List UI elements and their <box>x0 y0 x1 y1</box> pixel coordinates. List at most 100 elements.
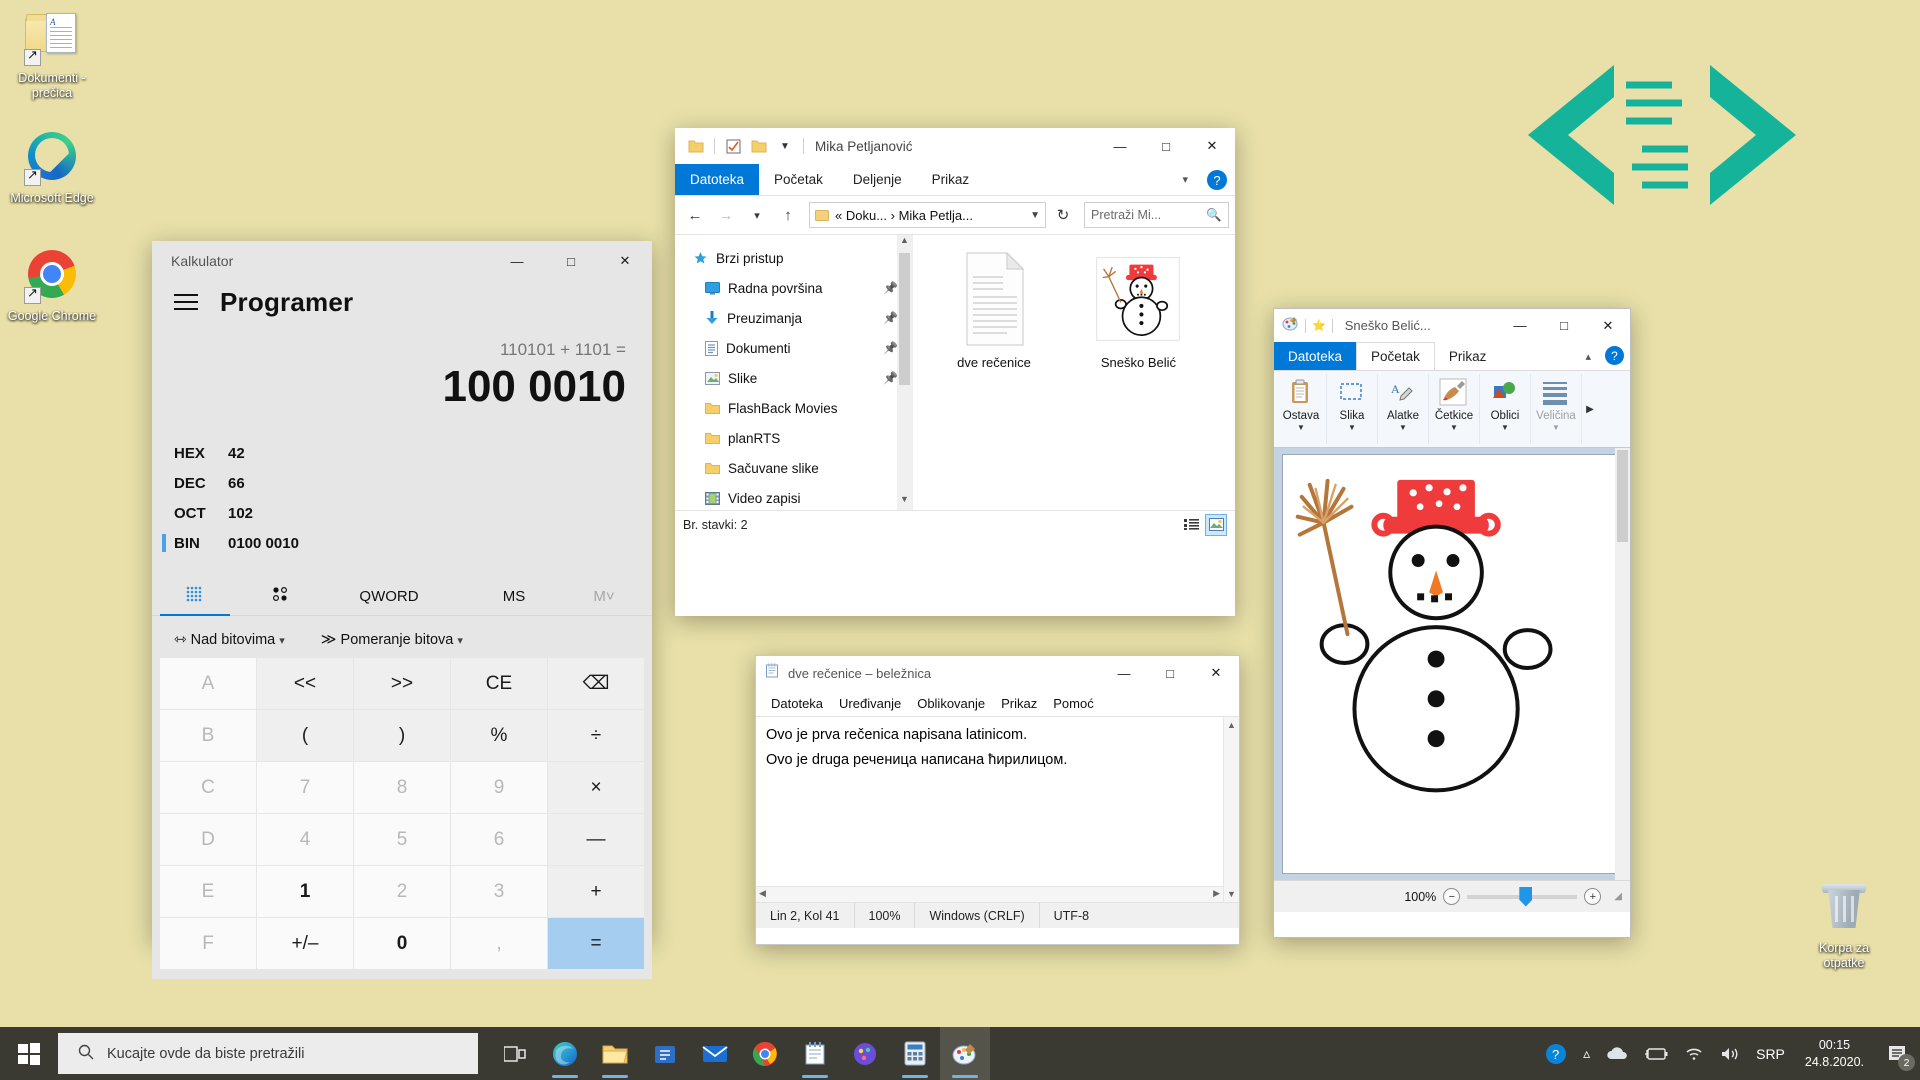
notification-center-button[interactable]: 2 <box>1876 1027 1920 1080</box>
up-button[interactable]: ↑ <box>774 201 802 229</box>
address-bar[interactable]: « Doku... › Mika Petlja... ▼ <box>809 202 1046 228</box>
calc-key-A[interactable]: A <box>160 658 256 709</box>
ribbon-group-oblici[interactable]: Oblici ▼ <box>1480 374 1531 444</box>
wifi-icon[interactable] <box>1676 1046 1712 1061</box>
taskbar-clock[interactable]: 00:15 24.8.2020. <box>1793 1037 1876 1071</box>
nav-item-planrts[interactable]: planRTS <box>675 423 912 453</box>
pin-icon[interactable]: 📌 <box>883 341 898 355</box>
close-button[interactable]: ✕ <box>1189 128 1235 164</box>
pin-icon[interactable]: 📌 <box>883 311 898 325</box>
onedrive-icon[interactable] <box>1598 1046 1636 1061</box>
calc-key-7[interactable]: 7 <box>257 762 353 813</box>
collapse-ribbon-chevron-icon[interactable]: ▴ <box>1571 342 1605 370</box>
explorer-navigation-pane[interactable]: Brzi pristupRadna površina📌Preuzimanja📌D… <box>675 235 913 510</box>
calc-key-6[interactable]: 6 <box>451 814 547 865</box>
notepad-titlebar[interactable]: dve rečenice – beležnica — □ ✕ <box>756 656 1239 690</box>
close-button[interactable]: ✕ <box>1586 309 1630 342</box>
memory-store-button[interactable]: MS <box>454 588 574 615</box>
calc-key-B[interactable]: B <box>160 710 256 761</box>
system-tray[interactable]: ? ▵ SRP 00:15 24.8.2020. 2 <box>1537 1027 1920 1080</box>
base-row-oct[interactable]: OCT 102 <box>152 498 652 528</box>
desktop-icon-recycle-bin[interactable]: Korpa za otpatke <box>1798 880 1890 971</box>
paint-tabs[interactable]: Datoteka Početak Prikaz ▴ ? <box>1274 342 1630 370</box>
paint-ribbon[interactable]: Ostava ▼ Slika ▼ A Alatke ▼ <box>1274 370 1630 448</box>
calc-key-9[interactable]: 9 <box>451 762 547 813</box>
notepad-menubar[interactable]: Datoteka Uređivanje Oblikovanje Prikaz P… <box>756 690 1239 716</box>
chevron-down-icon[interactable]: ▼ <box>1399 423 1407 432</box>
tab-datoteka[interactable]: Datoteka <box>1274 342 1356 370</box>
scroll-down-arrow-icon[interactable]: ▼ <box>1224 889 1239 899</box>
calc-key-[interactable]: ( <box>257 710 353 761</box>
calc-key-C[interactable]: C <box>160 762 256 813</box>
file-item-snesko-belic[interactable]: Sneško Belić <box>1079 249 1197 370</box>
paint-titlebar[interactable]: ⭐ Sneško Belić... — □ ✕ <box>1274 309 1630 342</box>
menu-uredivanje[interactable]: Uređivanje <box>831 696 909 711</box>
scroll-down-arrow-icon[interactable]: ▼ <box>897 494 912 510</box>
calc-key-E[interactable]: E <box>160 866 256 917</box>
paint-canvas[interactable] <box>1282 454 1622 874</box>
calculator-keypad[interactable]: A<<>>CE⌫B()%÷C789×D456—E123+F+/–0,= <box>152 658 652 979</box>
explorer-titlebar[interactable]: ▼ Mika Petljanović — □ ✕ <box>675 128 1235 164</box>
taskbar-search-box[interactable]: Kucajte ovde da biste pretražili <box>58 1033 478 1074</box>
calc-key-0[interactable]: 0 <box>354 918 450 969</box>
notepad-window[interactable]: dve rečenice – beležnica — □ ✕ Datoteka … <box>755 655 1240 945</box>
start-button[interactable] <box>0 1027 58 1080</box>
search-box[interactable]: Pretraži Mi... 🔍 <box>1084 202 1229 228</box>
desktop[interactable]: Dokumenti - prečica Microsoft Edge Googl… <box>0 0 1920 1027</box>
volume-icon[interactable] <box>1712 1046 1748 1062</box>
large-icons-view-button[interactable] <box>1205 514 1227 536</box>
nav-item-sa-uvane-slike[interactable]: Sačuvane slike <box>675 453 912 483</box>
show-hidden-icons-chevron[interactable]: ▵ <box>1575 1045 1598 1062</box>
calc-key-[interactable]: ) <box>354 710 450 761</box>
keypad-view-button[interactable] <box>152 585 238 615</box>
resize-grip[interactable]: ◢ <box>1608 891 1622 902</box>
taskbar-mail-icon[interactable] <box>690 1027 740 1080</box>
nav-item-brzi-pristup[interactable]: Brzi pristup <box>675 243 912 273</box>
calc-key-[interactable]: +/– <box>257 918 353 969</box>
minimize-button[interactable]: — <box>1498 309 1542 342</box>
tab-pocetak[interactable]: Početak <box>1356 342 1435 370</box>
taskbar-edge-icon[interactable] <box>540 1027 590 1080</box>
calculator-titlebar[interactable]: Kalkulator — □ ✕ <box>152 241 652 281</box>
details-view-button[interactable] <box>1180 514 1202 536</box>
calculator-window[interactable]: Kalkulator — □ ✕ Programer 110101 + 1101… <box>152 241 652 941</box>
tab-datoteka[interactable]: Datoteka <box>675 164 759 195</box>
menu-prikaz[interactable]: Prikaz <box>993 696 1045 711</box>
battery-icon[interactable] <box>1636 1047 1676 1061</box>
bit-toggle-view-button[interactable] <box>238 585 324 615</box>
task-view-icon[interactable] <box>490 1027 540 1080</box>
forward-button[interactable]: → <box>712 201 740 229</box>
notepad-vertical-scrollbar[interactable]: ▲ ▼ <box>1223 717 1239 902</box>
pin-icon[interactable]: 📌 <box>883 371 898 385</box>
calc-key-[interactable]: % <box>451 710 547 761</box>
new-folder-icon[interactable] <box>746 133 772 159</box>
calc-key-2[interactable]: 2 <box>354 866 450 917</box>
base-row-bin[interactable]: BIN 0100 0010 <box>152 528 652 558</box>
calc-key-[interactable]: << <box>257 658 353 709</box>
chevron-down-icon[interactable]: ▼ <box>1450 423 1458 432</box>
help-icon[interactable]: ? <box>1605 346 1624 365</box>
expand-ribbon-chevron-icon[interactable]: ▾ <box>1167 164 1203 195</box>
help-icon[interactable]: ? <box>1537 1043 1575 1065</box>
refresh-button[interactable]: ↻ <box>1049 201 1077 229</box>
tab-prikaz[interactable]: Prikaz <box>917 164 985 195</box>
word-size-button[interactable]: QWORD <box>324 588 454 615</box>
zoom-slider-thumb[interactable] <box>1519 887 1532 907</box>
calc-key-8[interactable]: 8 <box>354 762 450 813</box>
help-icon[interactable]: ? <box>1207 170 1227 190</box>
taskbar-calculator-icon[interactable] <box>890 1027 940 1080</box>
menu-oblikovanje[interactable]: Oblikovanje <box>909 696 993 711</box>
ribbon-group-slika[interactable]: Slika ▼ <box>1327 374 1378 444</box>
taskbar-store-icon[interactable] <box>640 1027 690 1080</box>
properties-icon[interactable] <box>720 133 746 159</box>
calc-key-CE[interactable]: CE <box>451 658 547 709</box>
minimize-button[interactable]: — <box>1097 128 1143 164</box>
taskbar-paint-icon[interactable] <box>940 1027 990 1080</box>
taskbar-file-explorer-icon[interactable] <box>590 1027 640 1080</box>
zoom-out-button[interactable]: − <box>1443 888 1460 905</box>
pin-icon[interactable]: 📌 <box>883 281 898 295</box>
desktop-icon-dokumenti-precica[interactable]: Dokumenti - prečica <box>6 10 98 101</box>
base-row-hex[interactable]: HEX 42 <box>152 438 652 468</box>
scroll-right-arrow-icon[interactable]: ▶ <box>1210 887 1223 900</box>
notepad-horizontal-scrollbar[interactable]: ◀ ▶ <box>756 886 1223 902</box>
